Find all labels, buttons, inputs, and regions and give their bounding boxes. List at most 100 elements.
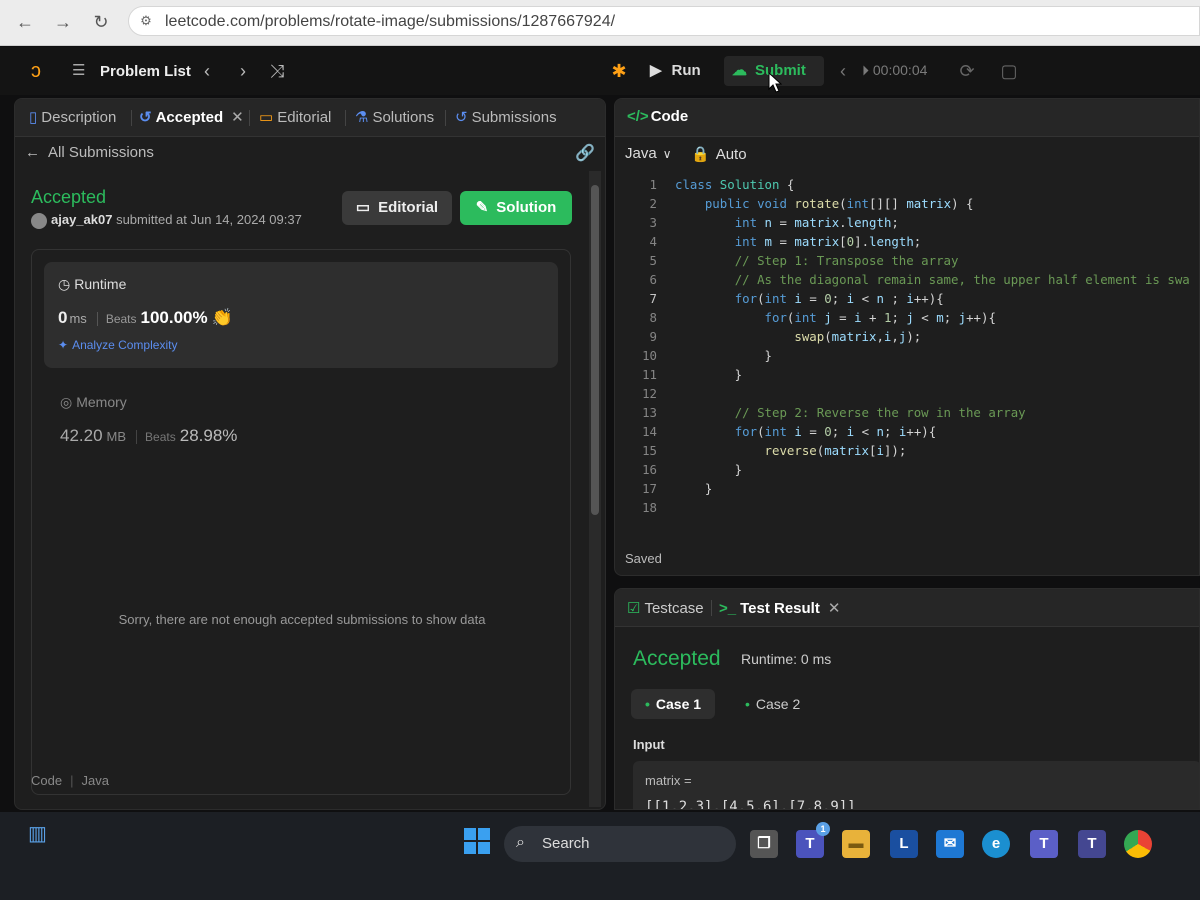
code-tab[interactable]: </> Code (627, 108, 688, 125)
teams-new-icon[interactable]: T (1078, 830, 1106, 858)
submission-panel: ▯ Description ↺ Accepted ✕ ▭ Editorial ⚗ Solu… (14, 98, 606, 810)
code-line: 1 class Solution { (649, 177, 795, 192)
code-line: 18 (642, 500, 657, 515)
code-line: 16 } (642, 462, 743, 477)
problem-list-link[interactable]: Problem List (100, 63, 191, 80)
scroll-thumb[interactable] (591, 185, 599, 515)
url-text[interactable]: leetcode.com/problems/rotate-image/submi… (165, 13, 615, 31)
reset-timer-icon[interactable]: ⟳ (956, 60, 978, 82)
close-tab-icon[interactable]: ✕ (231, 109, 244, 126)
book-icon: ▭ (355, 199, 371, 216)
memory-label[interactable]: ◎ Memory (60, 394, 127, 411)
notification-badge: 1 (816, 822, 830, 836)
leetcode-logo-icon[interactable]: ↄ (24, 59, 48, 83)
code-line: 7 for(int i = 0; i < n ; i++){ (649, 291, 944, 306)
prev-problem-icon[interactable]: ‹ (196, 60, 218, 82)
timer-play-icon: ⏵ (862, 62, 873, 78)
tab-divider (345, 110, 346, 126)
l-app-icon[interactable]: L (890, 830, 918, 858)
chrome-icon[interactable] (1124, 830, 1152, 858)
run-label: Run (671, 62, 701, 79)
tab-divider (445, 110, 446, 126)
mail-icon[interactable]: ✉ (936, 830, 964, 858)
tab-divider (249, 110, 250, 126)
runtime-card[interactable]: ◷ Runtime 0 ms Beats 100.00% 👏 ✦ Analyze Compl… (44, 262, 558, 368)
code-line: 14 for(int i = 0; i < n; i++){ (642, 424, 937, 439)
analyze-complexity-link[interactable]: ✦ Analyze Complexity (58, 338, 177, 352)
chip-icon: ◎ (60, 394, 73, 410)
param-name: matrix = (645, 773, 692, 788)
editorial-button[interactable]: ▭ Editorial (342, 191, 452, 225)
code-line: 2 public void rotate(int[][] matrix) { (649, 196, 974, 211)
tab-test-result[interactable]: >_ Test Result ✕ (719, 599, 840, 617)
code-line: 4 int m = matrix[0].length; (649, 234, 922, 249)
teams-chat-icon[interactable]: T1 (796, 822, 830, 858)
memory-value: 42.20 MB Beats 28.98% (60, 426, 238, 445)
code-line: 10 } (642, 348, 772, 363)
code-icon: </> (627, 108, 649, 125)
pass-dot-icon: • (745, 696, 750, 712)
tab-editorial[interactable]: ▭ Editorial (259, 108, 331, 126)
code-language-label: Code | Java (31, 773, 109, 788)
language-select[interactable]: Java ∨ (625, 145, 671, 162)
tab-testcase[interactable]: ☑ Testcase (627, 599, 704, 617)
reload-icon[interactable]: ↻ (88, 9, 114, 35)
avatar[interactable] (31, 212, 47, 229)
teams-icon[interactable]: T (1030, 830, 1058, 858)
username[interactable]: ajay_ak07 (51, 212, 112, 227)
input-label: Input (633, 737, 665, 752)
search-icon: ⌕ (516, 834, 525, 851)
checkbox-icon: ☑ (627, 600, 641, 617)
back-icon[interactable]: ← (12, 9, 38, 35)
code-line: 15 reverse(matrix[i]); (642, 443, 907, 458)
task-view-icon[interactable]: ❐ (750, 830, 778, 858)
edge-icon[interactable]: e (982, 830, 1010, 858)
tab-accepted[interactable]: ↺ Accepted ✕ (139, 108, 244, 126)
notes-icon[interactable]: ▢ (998, 60, 1020, 82)
run-button[interactable]: ▶ Run (650, 56, 716, 86)
code-line: 9 swap(matrix,i,j); (649, 329, 922, 344)
result-status: Accepted (633, 647, 721, 670)
address-bar[interactable]: ⚙ leetcode.com/problems/rotate-image/sub… (128, 6, 1200, 36)
timer-value: 00:00:04 (872, 62, 928, 78)
tab-divider (131, 110, 132, 126)
code-line: 17 } (642, 481, 713, 496)
all-submissions-link[interactable]: ← All Submissions (25, 144, 154, 161)
clock-icon: ◷ (58, 276, 71, 292)
app-topbar: ↄ ☰ Problem List ‹ › ⤨ ✱ ▶ Run ☁ Submit ‹ … (0, 47, 1200, 95)
forward-icon[interactable]: → (50, 9, 76, 35)
os-taskbar: ▥ ⌕ Search ❐ T1 ▬ L ✉ e T T (0, 812, 1200, 900)
clap-icon: 👏 (211, 308, 233, 327)
flask-icon: ⚗ (355, 109, 369, 126)
case-1-tab[interactable]: • Case 1 (631, 689, 716, 719)
sparkle-icon: ✦ (58, 338, 69, 352)
case-2-tab[interactable]: • Case 2 (731, 689, 814, 719)
close-tab-icon[interactable]: ✕ (828, 600, 841, 617)
widgets-icon[interactable]: ▥ (28, 822, 52, 846)
code-editor[interactable]: 1 class Solution { 2 public void rotate(i… (615, 177, 1199, 533)
code-line: 13 // Step 2: Reverse the row in the arr… (642, 405, 1026, 420)
code-line: 11 } (642, 367, 743, 382)
next-problem-icon[interactable]: › (232, 60, 254, 82)
collapse-icon[interactable]: ‹ (832, 60, 854, 82)
share-link-icon[interactable]: 🔗 (575, 143, 595, 163)
debug-icon[interactable]: ✱ (608, 60, 630, 82)
code-header: </> Code (615, 99, 1199, 137)
browser-toolbar: ← → ↻ ⚙ leetcode.com/problems/rotate-ima… (0, 0, 1200, 46)
timer[interactable]: ⏵ 00:00:04 (862, 62, 927, 79)
left-scrollbar[interactable] (589, 171, 601, 807)
auto-mode-toggle[interactable]: 🔒 Auto (691, 145, 747, 163)
tab-description[interactable]: ▯ Description (29, 108, 116, 126)
site-info-icon[interactable]: ⚙ (137, 12, 155, 30)
list-icon[interactable]: ☰ (72, 62, 92, 80)
taskbar-search[interactable]: ⌕ Search (504, 826, 736, 862)
play-icon: ▶ (650, 62, 662, 79)
shuffle-icon[interactable]: ⤨ (266, 60, 288, 82)
file-explorer-icon[interactable]: ▬ (842, 830, 870, 858)
windows-start-icon[interactable] (464, 828, 490, 854)
submission-status: Accepted (31, 187, 107, 207)
tab-submissions[interactable]: ↺ Submissions (455, 108, 557, 126)
edit-icon: ✎ (475, 199, 489, 216)
tab-solutions[interactable]: ⚗ Solutions (355, 108, 434, 126)
solution-button[interactable]: ✎ Solution (460, 191, 572, 225)
